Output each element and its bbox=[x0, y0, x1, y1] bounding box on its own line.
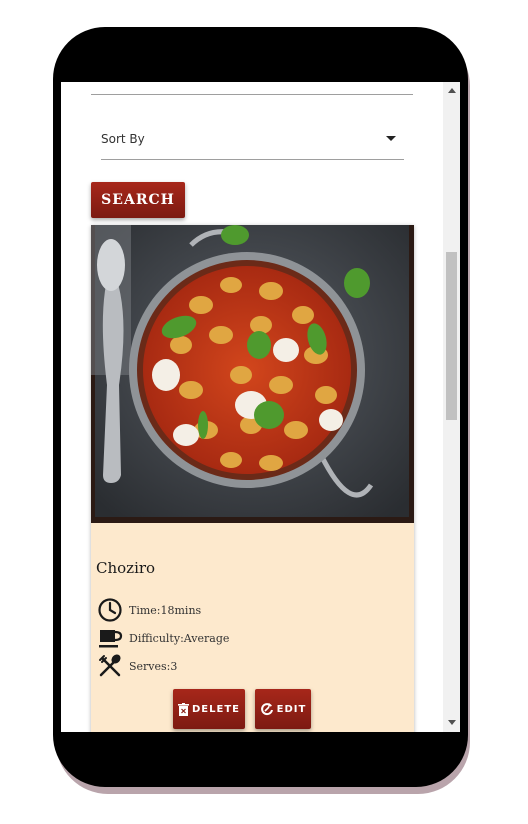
scroll-thumb[interactable] bbox=[446, 252, 457, 420]
recipe-title: Choziro bbox=[96, 559, 156, 577]
input-underline bbox=[91, 94, 413, 95]
recipe-difficulty-row: Difficulty:Average bbox=[97, 625, 229, 651]
edit-label: EDIT bbox=[276, 703, 307, 715]
recipe-serves-row: Serves:3 bbox=[97, 653, 177, 679]
clock-icon bbox=[98, 598, 122, 622]
delete-label: DELETE bbox=[192, 703, 240, 715]
sort-by-label: Sort By bbox=[101, 132, 145, 146]
sort-by-select[interactable]: Sort By bbox=[101, 128, 404, 160]
dropdown-caret-icon bbox=[386, 136, 396, 141]
trash-icon bbox=[178, 702, 189, 716]
recipe-image[interactable] bbox=[91, 225, 414, 523]
vertical-scrollbar[interactable] bbox=[443, 82, 460, 732]
edit-button[interactable]: EDIT bbox=[255, 689, 311, 729]
recipe-difficulty: Difficulty:Average bbox=[129, 631, 230, 645]
recipe-serves: Serves:3 bbox=[129, 659, 178, 673]
recipe-time-row: Time:18mins bbox=[97, 597, 201, 623]
recipe-time: Time:18mins bbox=[129, 603, 202, 617]
scroll-down-arrow-icon[interactable] bbox=[448, 720, 456, 725]
refresh-edit-icon bbox=[260, 703, 273, 716]
search-button[interactable]: SEARCH bbox=[91, 182, 185, 218]
delete-button[interactable]: DELETE bbox=[173, 689, 245, 729]
utensils-icon bbox=[99, 654, 121, 677]
recipe-list-page: Sort By SEARCH Choziro Time:18mins Diffi… bbox=[61, 82, 443, 732]
recipe-card: Choziro Time:18mins Difficulty:Average S… bbox=[91, 225, 414, 732]
scroll-up-arrow-icon[interactable] bbox=[448, 88, 456, 93]
app-screen: Sort By SEARCH Choziro Time:18mins Diffi… bbox=[61, 82, 460, 732]
cup-icon bbox=[99, 630, 123, 648]
